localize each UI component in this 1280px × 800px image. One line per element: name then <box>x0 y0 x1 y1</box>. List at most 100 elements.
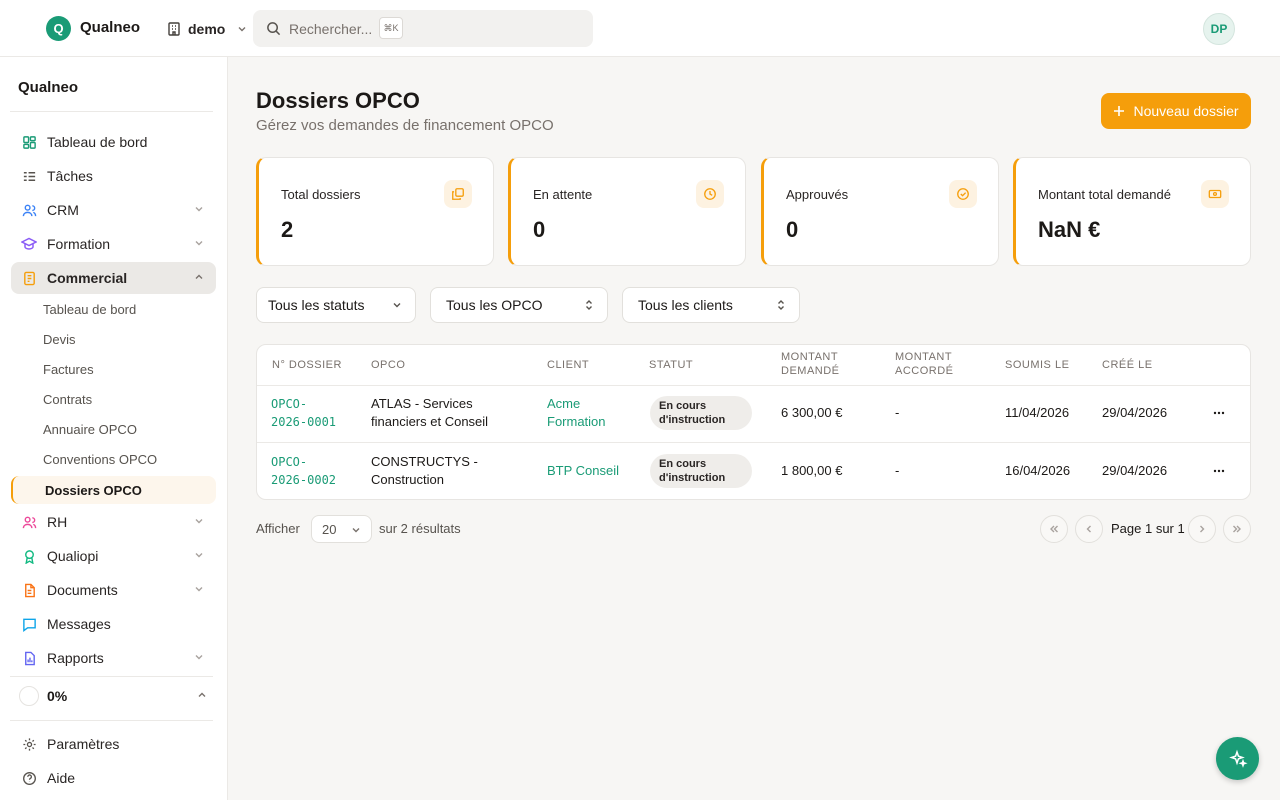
stat-card-pending: En attente 0 <box>508 157 746 266</box>
organization-name: Qualneo <box>18 79 79 96</box>
sidebar-item-label: Paramètres <box>47 736 120 752</box>
column-header-requested[interactable]: MONTANT DEMANDÉ <box>781 350 840 378</box>
header-line: DEMANDÉ <box>781 365 840 377</box>
copy-icon <box>444 180 472 208</box>
client-link[interactable]: BTP Conseil <box>547 462 619 480</box>
dashboard-icon <box>21 134 37 150</box>
header-line: MONTANT <box>895 351 953 363</box>
sidebar-item-rh[interactable]: RH <box>11 506 216 538</box>
column-header-number[interactable]: N° DOSSIER <box>272 358 342 372</box>
stat-label: Approuvés <box>786 187 849 202</box>
stat-card-amount: Montant total demandé NaN € <box>1013 157 1251 266</box>
stat-label: Total dossiers <box>281 187 361 202</box>
opco-filter[interactable]: Tous les OPCO <box>430 287 608 323</box>
user-avatar[interactable]: DP <box>1203 13 1235 45</box>
page-info: Page 1 sur 1 <box>1111 521 1185 536</box>
sidebar-item-aide[interactable]: Aide <box>11 762 216 794</box>
workspace-switcher[interactable]: demo <box>166 16 247 41</box>
text-line: 2026-0002 <box>271 473 337 487</box>
page-size-label: Afficher <box>256 521 300 536</box>
status-badge: En cours d'instruction <box>650 454 752 488</box>
sidebar-item-dashboard[interactable]: Tableau de bord <box>11 126 216 158</box>
sidebar-item-commercial[interactable]: Commercial <box>11 262 216 294</box>
text-line: En cours <box>659 400 707 412</box>
dossier-number[interactable]: OPCO- 2026-0001 <box>271 395 336 431</box>
column-header-status[interactable]: STATUT <box>649 358 693 372</box>
column-header-opco[interactable]: OPCO <box>371 358 405 372</box>
first-page-button[interactable] <box>1040 515 1068 543</box>
onboarding-progress[interactable]: 0% <box>11 680 216 712</box>
sidebar-subitem-dossiers-opco[interactable]: Dossiers OPCO <box>11 476 216 504</box>
sidebar-subitem-contrats[interactable]: Contrats <box>43 392 92 407</box>
sidebar-item-formation[interactable]: Formation <box>11 228 216 260</box>
sidebar-item-crm[interactable]: CRM <box>11 194 216 226</box>
sidebar-item-qualiopi[interactable]: Qualiopi <box>11 540 216 572</box>
dossier-number[interactable]: OPCO- 2026-0002 <box>271 453 336 489</box>
sidebar-item-parametres[interactable]: Paramètres <box>11 728 216 760</box>
building-icon <box>166 21 182 37</box>
column-header-submitted[interactable]: SOUMIS LE <box>1005 358 1069 372</box>
next-page-button[interactable] <box>1188 515 1216 543</box>
opco-filter-value: Tous les OPCO <box>446 297 543 313</box>
column-header-client[interactable]: CLIENT <box>547 358 589 372</box>
divider <box>10 720 213 721</box>
text-line: ATLAS - Services <box>371 396 473 411</box>
document-icon <box>21 582 37 598</box>
sidebar-subitem-annuaire-opco[interactable]: Annuaire OPCO <box>43 422 137 437</box>
client-link[interactable]: Acme Formation <box>547 395 606 431</box>
search-input[interactable]: Rechercher... ⌘K <box>253 10 593 47</box>
divider <box>257 442 1250 443</box>
divider <box>10 111 213 112</box>
ai-assistant-button[interactable] <box>1216 737 1259 780</box>
divider <box>10 676 213 677</box>
opco-name: ATLAS - Services financiers et Conseil <box>371 395 488 431</box>
opco-name: CONSTRUCTYS - Construction <box>371 453 478 489</box>
column-header-granted[interactable]: MONTANT ACCORDÉ <box>895 350 954 378</box>
text-line: BTP Conseil <box>547 463 620 478</box>
page-size-select[interactable]: 20 <box>311 515 372 543</box>
status-filter[interactable]: Tous les statuts <box>256 287 416 323</box>
sidebar-item-label: Rapports <box>47 650 104 666</box>
more-actions-icon[interactable] <box>1212 464 1226 478</box>
sidebar-item-label: Messages <box>47 616 111 632</box>
dossiers-table: N° DOSSIER OPCO CLIENT STATUT MONTANT DE… <box>256 344 1251 500</box>
status-filter-value: Tous les statuts <box>268 297 365 313</box>
sidebar-item-label: Documents <box>47 582 118 598</box>
sidebar-subitem-factures[interactable]: Factures <box>43 362 94 377</box>
sidebar-item-messages[interactable]: Messages <box>11 608 216 640</box>
last-page-button[interactable] <box>1223 515 1251 543</box>
team-icon <box>21 514 37 530</box>
text-line: 2026-0001 <box>271 415 337 429</box>
client-filter[interactable]: Tous les clients <box>622 287 800 323</box>
search-icon <box>266 21 281 36</box>
sidebar-item-label: Tableau de bord <box>47 134 148 150</box>
chevron-up-icon <box>194 272 204 282</box>
more-actions-icon[interactable] <box>1212 406 1226 420</box>
sidebar-item-rapports[interactable]: Rapports <box>11 642 216 674</box>
sidebar-item-label: RH <box>47 514 68 530</box>
stat-card-approved: Approuvés 0 <box>761 157 999 266</box>
stat-value: NaN € <box>1038 217 1101 242</box>
new-dossier-button[interactable]: Nouveau dossier <box>1101 93 1251 129</box>
previous-page-button[interactable] <box>1075 515 1103 543</box>
chevron-down-icon <box>194 584 204 594</box>
app-name[interactable]: Qualneo <box>80 19 140 36</box>
column-header-created[interactable]: CRÉÉ LE <box>1102 358 1153 372</box>
logo[interactable]: Q <box>46 16 71 41</box>
sidebar-item-documents[interactable]: Documents <box>11 574 216 606</box>
chevron-right-icon <box>1196 523 1208 535</box>
header-line: ACCORDÉ <box>895 365 954 377</box>
sidebar-subitem-dashboard[interactable]: Tableau de bord <box>43 302 136 317</box>
sidebar-subitem-conventions-opco[interactable]: Conventions OPCO <box>43 452 157 467</box>
client-filter-value: Tous les clients <box>638 297 733 313</box>
message-icon <box>21 616 37 632</box>
created-date: 29/04/2026 <box>1102 405 1168 420</box>
help-icon <box>21 770 37 786</box>
shortcut-hint: ⌘K <box>379 17 403 39</box>
sidebar-item-tasks[interactable]: Tâches <box>11 160 216 192</box>
text-line: CONSTRUCTYS - <box>371 454 478 469</box>
sparkles-icon <box>1228 749 1248 769</box>
clock-icon <box>696 180 724 208</box>
sidebar-subitem-devis[interactable]: Devis <box>43 332 76 347</box>
progress-ring <box>19 686 39 706</box>
